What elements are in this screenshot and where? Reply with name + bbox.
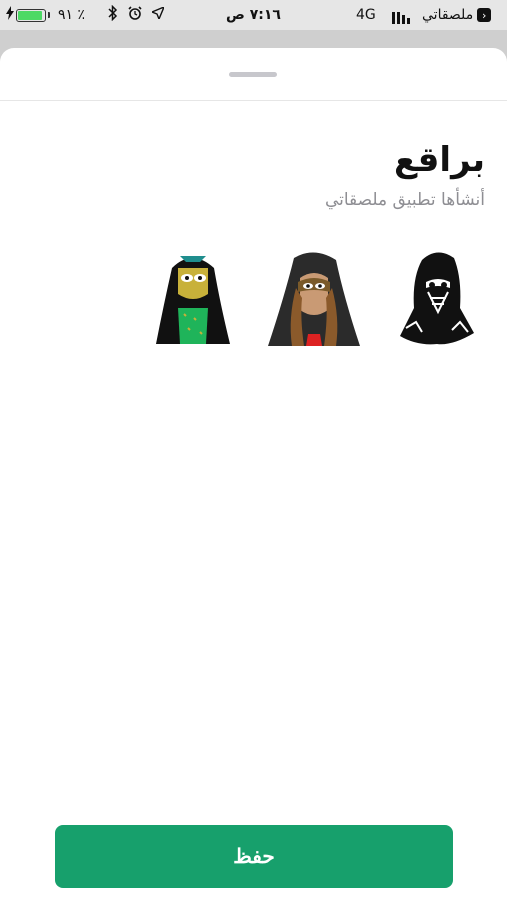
sticker-1[interactable] — [392, 248, 482, 348]
sticker-3[interactable] — [150, 248, 240, 348]
back-app-name: ملصقاتي — [422, 7, 474, 23]
sticker-grid — [0, 248, 507, 348]
signal-strength-icon — [392, 6, 410, 24]
save-button[interactable]: حفظ — [55, 825, 453, 888]
sheet-grabber[interactable] — [229, 72, 277, 77]
status-bar: ٪ ٩١ ٧:١٦ ص 4G ‹ ملصقاتي — [0, 0, 507, 30]
divider — [0, 100, 507, 101]
network-type: 4G — [356, 7, 376, 23]
sticker-2[interactable] — [264, 248, 360, 348]
pack-subtitle: أنشأها تطبيق ملصقاتي — [324, 190, 485, 210]
sticker-pack-sheet: براقع أنشأها تطبيق ملصقاتي حفظ — [0, 48, 507, 900]
back-to-app-link[interactable]: ‹ ملصقاتي — [422, 6, 492, 24]
back-arrow-icon: ‹ — [477, 8, 492, 22]
pack-title: براقع — [393, 140, 485, 180]
